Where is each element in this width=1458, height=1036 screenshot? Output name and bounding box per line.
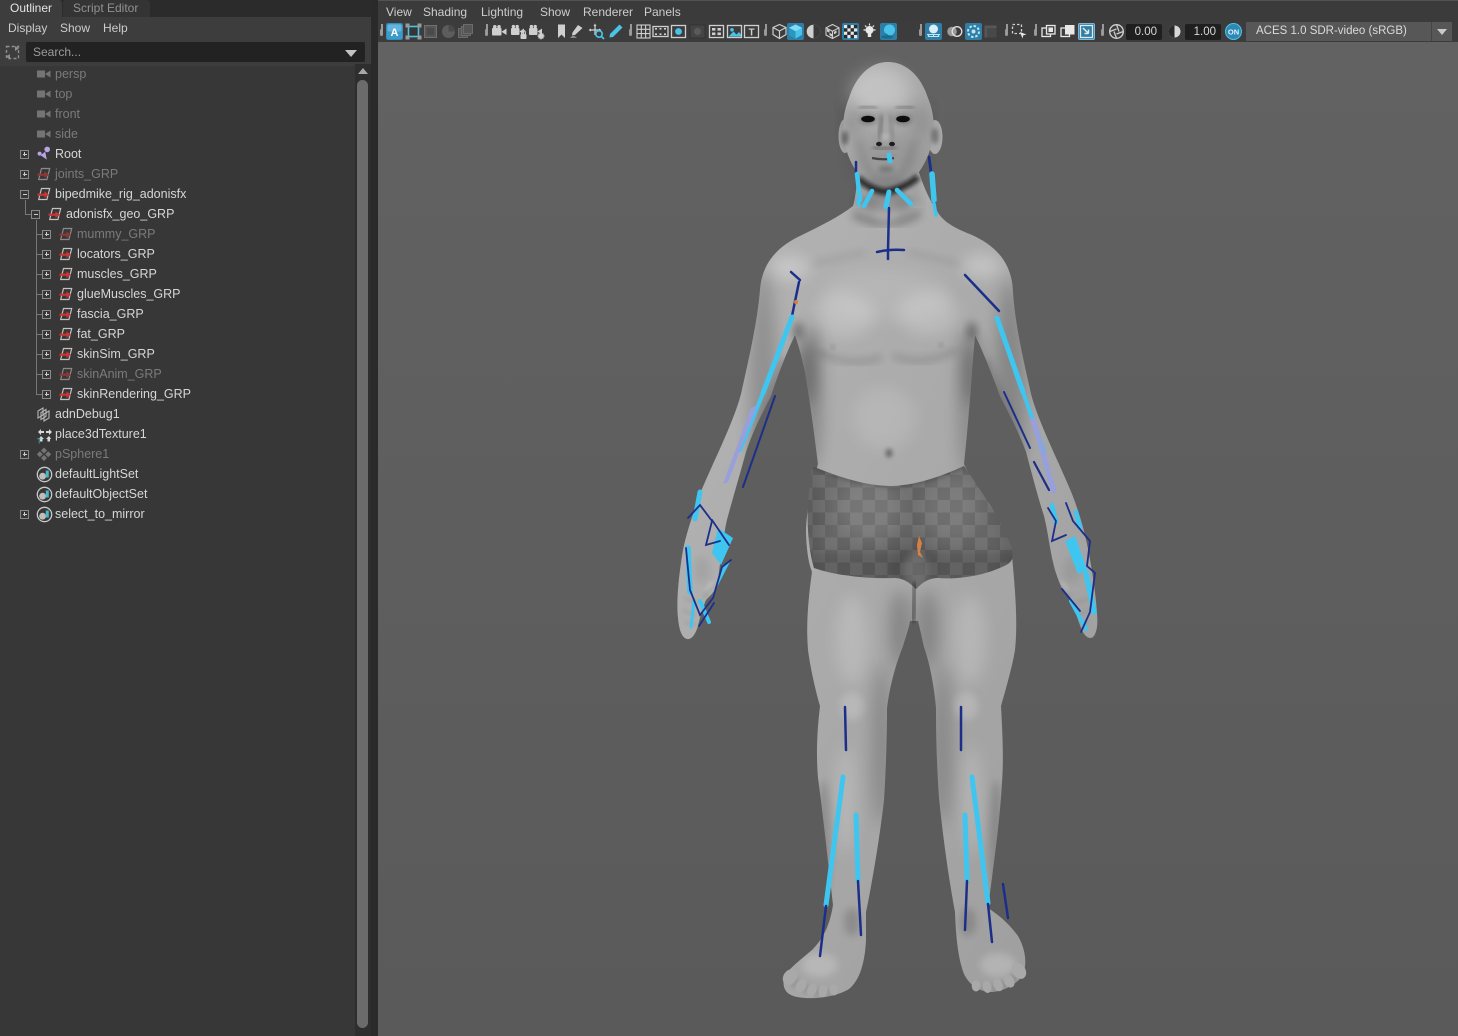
svg-text:A: A [391,27,399,39]
svg-text:ON: ON [1228,28,1239,37]
svg-text:T: T [748,27,754,38]
